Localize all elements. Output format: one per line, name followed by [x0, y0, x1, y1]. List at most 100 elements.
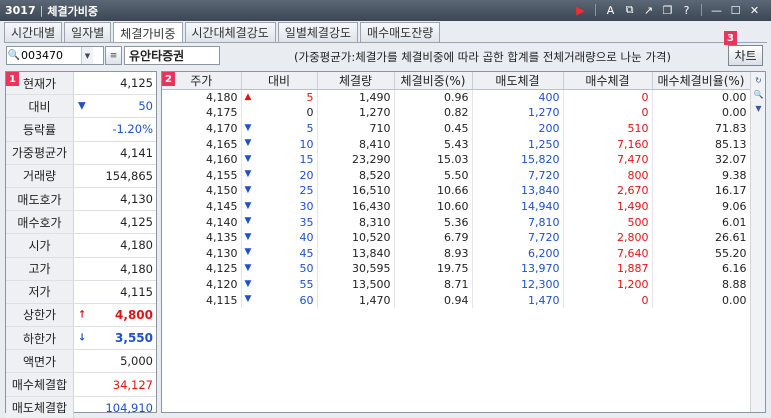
tab-by-date[interactable]: 일자별 [64, 22, 112, 42]
down-triangle-icon: ▼ [244, 185, 252, 196]
maximize-icon[interactable]: ☐ [727, 2, 744, 18]
stock-list-button[interactable]: ≡ [105, 46, 122, 65]
buy-ratio-cell: 8.88 [652, 276, 751, 293]
volume-cell: 13,840 [317, 245, 395, 262]
buy-execution-cell: 0 [563, 105, 653, 121]
summary-label: 매수체결합 [6, 373, 74, 396]
table-row: 4,130 ▼ 45 13,840 8.93 6,200 7,640 55.20 [162, 245, 751, 262]
summary-row: 현재가 4,125 [6, 72, 156, 96]
window-link-icon[interactable]: ⧉ [621, 2, 638, 18]
buy-execution-cell: 1,887 [563, 261, 653, 277]
table-row: 4,145 ▼ 30 16,430 10.60 14,940 1,490 9.06 [162, 198, 751, 215]
summary-row: 저가 4,115 [6, 280, 156, 304]
change-value: 20 [299, 168, 314, 182]
change-value: 25 [299, 184, 314, 198]
change-value: 30 [299, 199, 314, 213]
summary-value: 3,550 [115, 331, 153, 346]
price-cell: 4,140 [162, 214, 242, 230]
summary-label: 저가 [6, 280, 74, 303]
volume-cell: 10,520 [317, 229, 395, 246]
vertical-scrollbar[interactable]: ↻ 🔍 ▼ [750, 72, 765, 412]
change-value: 45 [299, 246, 314, 260]
summary-label: 가중평균가 [6, 141, 74, 164]
sell-execution-cell: 1,470 [472, 292, 564, 308]
buy-execution-cell: 7,470 [563, 151, 653, 168]
search-icon[interactable]: 🔍 [752, 88, 765, 100]
stock-code-input[interactable] [21, 49, 81, 62]
change-value: 40 [299, 231, 314, 245]
column-header: 매도체결 [472, 72, 564, 90]
summary-value-cell: 104,910 [74, 397, 156, 418]
summary-label: 시가 [6, 234, 74, 257]
summary-label: 액면가 [6, 350, 74, 373]
summary-label: 매수호가 [6, 211, 74, 234]
column-header: 체결비중(%) [394, 72, 473, 90]
stock-code-combo[interactable]: 🔍 ▼ [6, 46, 104, 65]
summary-label: 하한가 [6, 327, 74, 350]
price-weight-table: 주가 대비 체결량 체결비중(%) 매도체결 매수체결 매수체결비율(%) 4,180 ▲ 5 1… [162, 72, 751, 308]
buy-execution-cell: 7,160 [563, 136, 653, 152]
tab-daily-strength[interactable]: 일별체결강도 [277, 22, 359, 42]
sell-execution-cell: 15,820 [472, 151, 564, 168]
volume-cell: 8,410 [317, 136, 395, 152]
close-icon[interactable]: ✕ [746, 2, 763, 18]
restore-window-icon[interactable]: ❐ [659, 2, 676, 18]
play-icon[interactable]: ▶ [572, 2, 589, 18]
chart-button[interactable]: 차트 [728, 45, 763, 66]
weight-cell: 10.66 [394, 183, 473, 199]
summary-value-cell: 4,125 [74, 211, 156, 233]
scroll-down-icon[interactable]: ▼ [752, 102, 765, 114]
tab-time-strength[interactable]: 시간대체결강도 [184, 22, 276, 42]
price-cell: 4,150 [162, 183, 242, 199]
summary-value: 4,125 [120, 76, 153, 91]
chevron-down-icon[interactable]: ▼ [81, 47, 93, 64]
summary-row: 매수호가 4,125 [6, 211, 156, 235]
list-icon: ≡ [109, 50, 118, 61]
table-row: 4,160 ▼ 15 23,290 15.03 15,820 7,470 32.07 [162, 151, 751, 168]
change-cell: ▼ 30 [241, 198, 318, 215]
buy-execution-cell: 800 [563, 167, 653, 184]
table-row: 4,170 ▼ 5 710 0.45 200 510 71.83 [162, 120, 751, 137]
pin-icon[interactable]: ↗ [640, 2, 657, 18]
summary-row: 거래량 154,865 [6, 164, 156, 188]
summary-value-cell: 4,180 [74, 234, 156, 256]
sell-execution-cell: 12,300 [472, 276, 564, 293]
change-cell: ▼ 60 [241, 292, 318, 308]
buy-ratio-cell: 0.00 [652, 89, 751, 106]
buy-execution-cell: 1,490 [563, 198, 653, 215]
tab-underline [4, 42, 767, 43]
price-weight-table-panel: 주가 대비 체결량 체결비중(%) 매도체결 매수체결 매수체결비율(%) 4,180 ▲ 5 1… [161, 71, 766, 413]
help-icon[interactable]: ? [678, 2, 695, 18]
tab-by-time[interactable]: 시간대별 [4, 22, 63, 42]
price-cell: 4,170 [162, 120, 242, 137]
change-value: 10 [299, 137, 314, 151]
refresh-icon[interactable]: ↻ [752, 74, 765, 86]
down-triangle-icon: ▼ [244, 153, 252, 164]
table-row: 4,155 ▼ 20 8,520 5.50 7,720 800 9.38 [162, 167, 751, 184]
volume-cell: 16,430 [317, 198, 395, 215]
summary-value-cell: ▼ 50 [74, 95, 156, 117]
up-triangle-icon: ▲ [244, 92, 252, 102]
change-cell: ▼ 45 [241, 245, 318, 262]
sell-execution-cell: 200 [472, 120, 564, 137]
stock-name: 유안타증권 [124, 46, 220, 65]
change-cell: ▼ 50 [241, 261, 318, 277]
font-icon[interactable]: A [602, 2, 619, 18]
change-value: 0 [306, 106, 314, 120]
sell-execution-cell: 1,270 [472, 105, 564, 121]
price-cell: 4,155 [162, 167, 242, 184]
column-header: 매수체결비율(%) [652, 72, 751, 90]
down-triangle-icon: ▼ [244, 138, 252, 149]
buy-execution-cell: 2,670 [563, 183, 653, 199]
summary-value: 154,865 [105, 168, 153, 183]
summary-value: 34,127 [112, 377, 153, 392]
buy-execution-cell: 7,640 [563, 245, 653, 262]
tab-price-weight[interactable]: 체결가비중 [113, 22, 183, 43]
tab-order-balance[interactable]: 매수매도잔량 [360, 22, 441, 42]
price-cell: 4,135 [162, 229, 242, 246]
minimize-icon[interactable]: — [708, 2, 725, 18]
search-icon[interactable]: 🔍 [7, 50, 21, 61]
weight-cell: 8.93 [394, 245, 473, 262]
volume-cell: 8,310 [317, 214, 395, 230]
summary-value: 4,130 [120, 192, 153, 207]
